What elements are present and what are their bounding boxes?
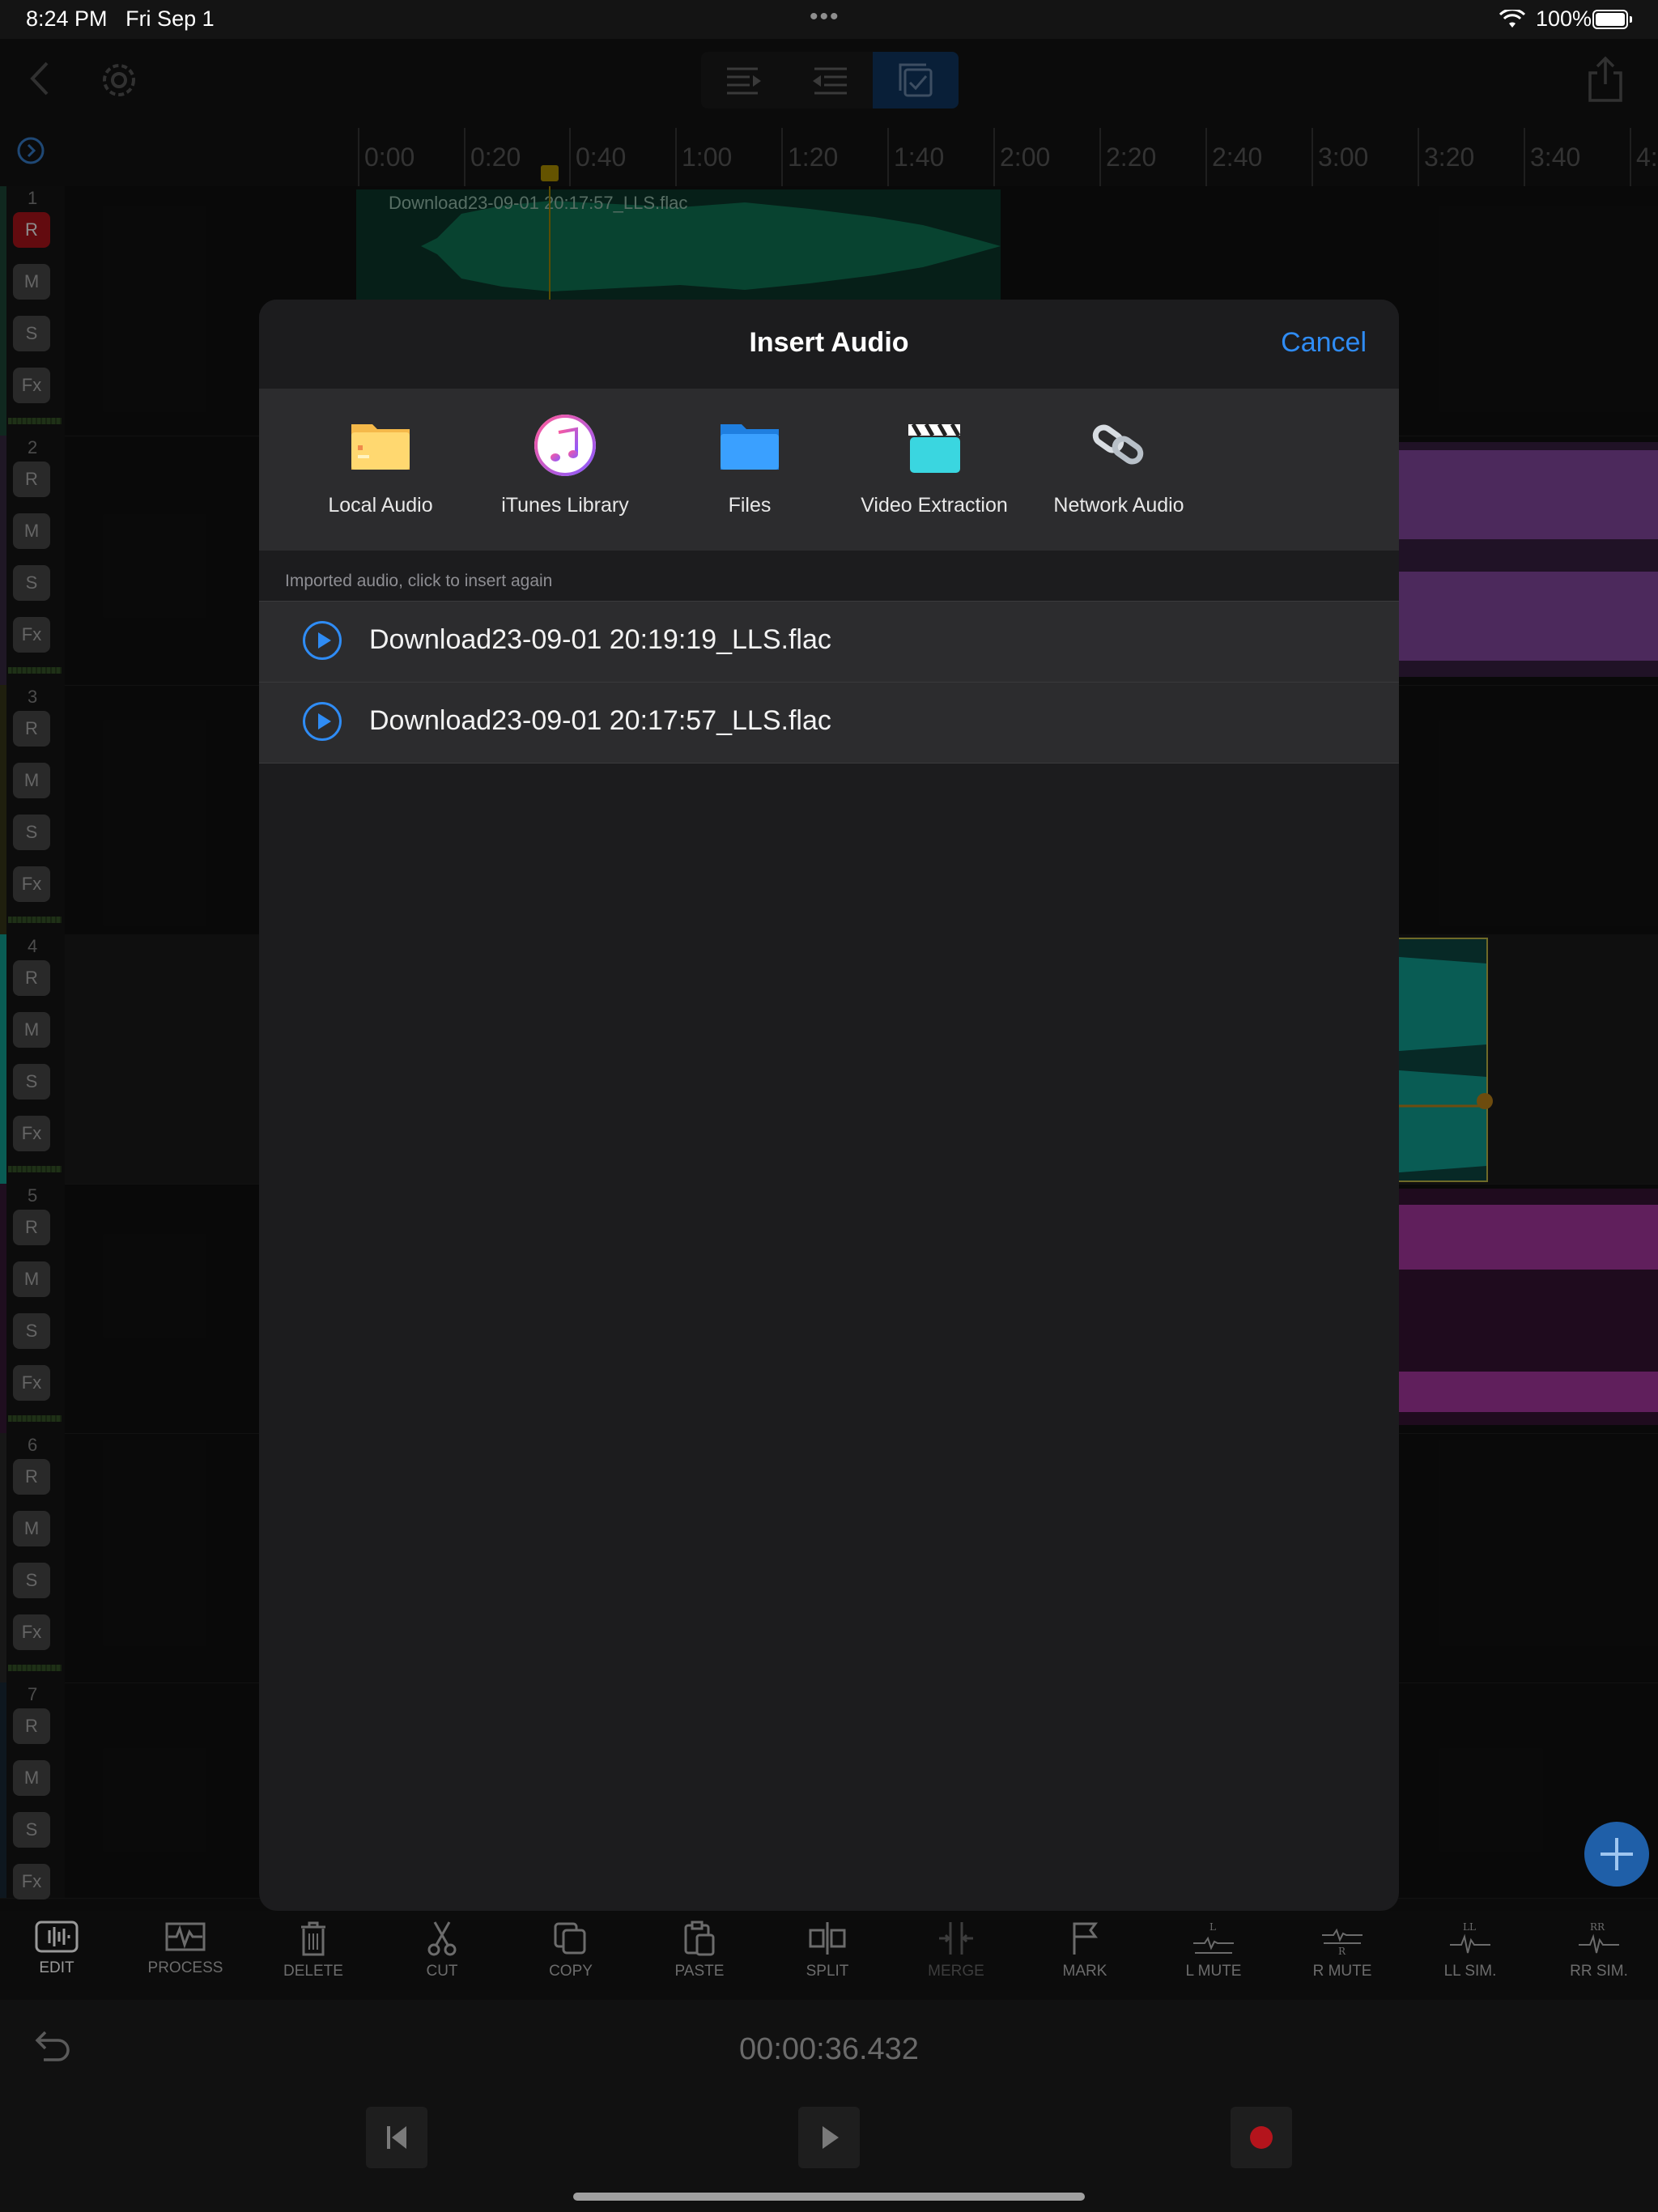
svg-text:L: L (1209, 1921, 1216, 1933)
skip-to-start-button[interactable] (366, 2107, 427, 2168)
section-note: Imported audio, click to insert again (285, 572, 553, 590)
multitasking-dots-icon[interactable]: ••• (810, 3, 840, 31)
imported-audio-item[interactable]: Download23-09-01 20:17:57_LLS.flac (259, 682, 1399, 764)
right-right-simulate-icon: RR (1579, 1921, 1619, 1954)
tool-label: EDIT (39, 1959, 74, 1976)
edit-tool-button[interactable]: EDIT (0, 1921, 113, 1998)
transport-bar: 00:00:36.432 (0, 2000, 1658, 2212)
status-time: 8:24 PM Fri Sep 1 (26, 6, 215, 31)
l-mute-tool-button[interactable]: L L MUTE (1157, 1921, 1270, 1998)
copy-tool-button[interactable]: COPY (514, 1921, 627, 1998)
left-left-simulate-icon: LL (1450, 1921, 1490, 1954)
timecode-display: 00:00:36.432 (739, 2032, 919, 2066)
source-itunes-library[interactable]: iTunes Library (476, 413, 654, 534)
right-channel-mute-icon: R (1322, 1928, 1363, 1956)
tool-label: CUT (426, 1963, 458, 1980)
merge-tool-button[interactable]: MERGE (899, 1921, 1013, 1998)
tool-label: PASTE (674, 1963, 725, 1980)
dialog-header: Insert Audio Cancel (259, 300, 1399, 389)
source-label: Video Extraction (861, 494, 1008, 517)
link-chain-icon (1092, 424, 1144, 465)
source-label: iTunes Library (501, 494, 629, 517)
scissors-icon (427, 1921, 457, 1956)
itunes-music-note-icon (534, 415, 596, 476)
play-icon (823, 2126, 839, 2149)
audio-file-name: Download23-09-01 20:19:19_LLS.flac (369, 624, 831, 655)
svg-text:LL: LL (1463, 1921, 1476, 1933)
play-circle-icon[interactable] (303, 702, 342, 741)
flag-icon (1073, 1922, 1098, 1955)
play-button[interactable] (798, 2107, 860, 2168)
files-folder-icon (721, 424, 779, 470)
cut-tool-button[interactable]: CUT (385, 1921, 499, 1998)
source-files[interactable]: Files (661, 413, 839, 534)
edit-toolbar: EDIT PROCESS DELETE CUT COPY PASTE SPLIT… (0, 1911, 1658, 2000)
audio-source-options: Local Audio iTunes Library Files Video E… (259, 389, 1399, 551)
source-label: Local Audio (328, 494, 433, 517)
battery-percent: 100% (1536, 6, 1592, 31)
trash-icon (301, 1921, 325, 1956)
source-local-audio[interactable]: Local Audio (291, 413, 470, 534)
merge-icon (939, 1922, 973, 1955)
process-tool-button[interactable]: PROCESS (129, 1921, 242, 1998)
status-bar: 8:24 PM Fri Sep 1 ••• 100% (0, 0, 1658, 39)
tool-label: SPLIT (806, 1963, 849, 1980)
r-mute-tool-button[interactable]: R R MUTE (1286, 1921, 1399, 1998)
record-button[interactable] (1231, 2107, 1292, 2168)
battery-icon (1592, 10, 1632, 29)
tool-label: DELETE (283, 1963, 343, 1980)
audio-file-name: Download23-09-01 20:17:57_LLS.flac (369, 705, 831, 736)
rr-sim-tool-button[interactable]: RR RR SIM. (1542, 1921, 1656, 1998)
tool-label: MERGE (928, 1963, 984, 1980)
copy-icon (554, 1922, 586, 1955)
process-waveform-icon (165, 1922, 206, 1951)
tool-label: COPY (549, 1963, 593, 1980)
tool-label: L MUTE (1185, 1963, 1242, 1980)
record-dot-icon (1250, 2126, 1273, 2149)
delete-tool-button[interactable]: DELETE (257, 1921, 370, 1998)
svg-text:RR: RR (1590, 1921, 1605, 1933)
tool-label: RR SIM. (1570, 1963, 1628, 1980)
skip-back-icon (387, 2126, 406, 2149)
play-circle-icon[interactable] (303, 621, 342, 660)
split-tool-button[interactable]: SPLIT (771, 1921, 884, 1998)
mark-tool-button[interactable]: MARK (1028, 1921, 1141, 1998)
clapperboard-icon (908, 423, 961, 473)
source-label: Network Audio (1053, 494, 1184, 517)
home-indicator[interactable] (573, 2193, 1085, 2201)
left-channel-mute-icon: L (1193, 1921, 1234, 1954)
svg-text:R: R (1338, 1946, 1346, 1956)
add-track-button[interactable] (1584, 1822, 1649, 1887)
tool-label: R MUTE (1312, 1963, 1372, 1980)
folder-icon (351, 424, 410, 470)
ll-sim-tool-button[interactable]: LL LL SIM. (1414, 1921, 1527, 1998)
source-network-audio[interactable]: Network Audio (1030, 413, 1208, 534)
tool-label: LL SIM. (1443, 1963, 1497, 1980)
cancel-button[interactable]: Cancel (1281, 327, 1367, 359)
wifi-icon (1499, 10, 1525, 28)
insert-audio-dialog: Insert Audio Cancel Local Audio iTunes L… (259, 300, 1399, 1911)
imported-audio-list: Download23-09-01 20:19:19_LLS.flac Downl… (259, 601, 1399, 764)
source-video-extraction[interactable]: Video Extraction (845, 413, 1023, 534)
clipboard-icon (684, 1921, 715, 1956)
tool-label: MARK (1062, 1963, 1107, 1980)
imported-audio-item[interactable]: Download23-09-01 20:19:19_LLS.flac (259, 601, 1399, 682)
dialog-title: Insert Audio (749, 327, 909, 358)
source-label: Files (728, 494, 772, 517)
split-icon (809, 1922, 846, 1955)
paste-tool-button[interactable]: PASTE (643, 1921, 756, 1998)
waveform-edit-icon (35, 1921, 79, 1953)
tool-label: PROCESS (147, 1959, 223, 1976)
